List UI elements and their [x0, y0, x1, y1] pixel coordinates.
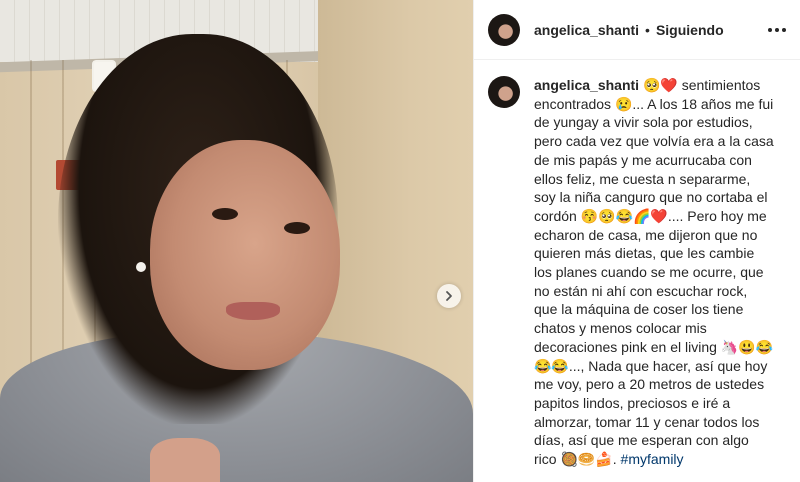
photo-eye-right — [284, 222, 310, 234]
more-horizontal-icon[interactable] — [768, 27, 786, 32]
caption-body: 🥺❤️ sentimientos encontrados 😢... A los … — [534, 77, 774, 468]
photo-earring — [136, 262, 146, 272]
following-button[interactable]: Siguiendo — [656, 22, 724, 38]
photo-eye-left — [212, 208, 238, 220]
caption-text: angelica_shanti 🥺❤️ sentimientos encontr… — [534, 76, 774, 469]
caption-comment: angelica_shanti 🥺❤️ sentimientos encontr… — [474, 60, 800, 469]
header-separator: • — [645, 21, 650, 38]
caption-username[interactable]: angelica_shanti — [534, 77, 639, 93]
header-username[interactable]: angelica_shanti — [534, 22, 639, 38]
photo-face — [150, 140, 340, 370]
photo-hand — [150, 438, 220, 482]
avatar[interactable] — [488, 13, 520, 46]
caption-avatar[interactable] — [488, 76, 520, 108]
photo-mouth — [226, 302, 280, 320]
post-sidebar: angelica_shanti • Siguiendo angelica_sha… — [473, 0, 800, 482]
carousel-next-button[interactable] — [437, 284, 461, 308]
chevron-right-icon — [446, 291, 452, 301]
post-photo[interactable] — [0, 0, 473, 482]
hashtag-link[interactable]: #myfamily — [621, 451, 684, 467]
post-header: angelica_shanti • Siguiendo — [474, 0, 800, 60]
